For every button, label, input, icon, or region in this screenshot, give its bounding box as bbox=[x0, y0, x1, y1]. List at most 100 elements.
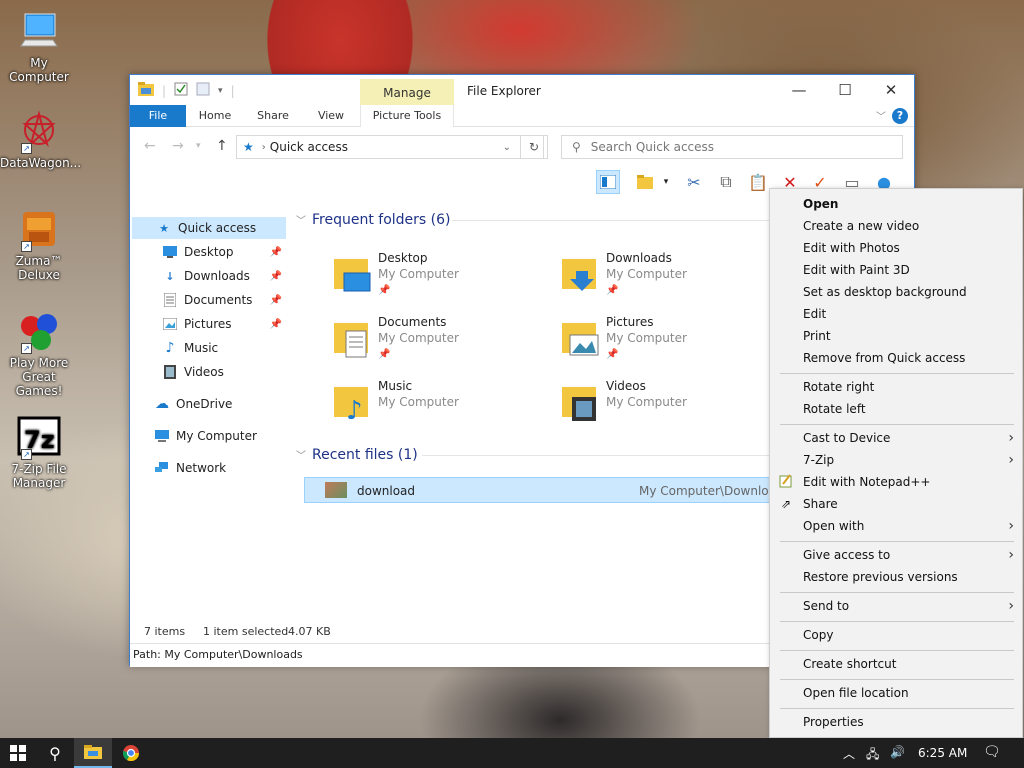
tab-view[interactable]: View bbox=[308, 105, 354, 127]
folder-tile-desktop[interactable]: Desktop My Computer 📌 bbox=[332, 251, 552, 309]
menu-item-edit-with-photos[interactable]: Edit with Photos bbox=[770, 237, 1022, 259]
volume-icon[interactable]: 🔊 bbox=[890, 745, 905, 759]
properties-icon[interactable] bbox=[174, 82, 188, 99]
search-input[interactable]: ⚲ Search Quick access bbox=[561, 135, 903, 159]
documents-folder-icon bbox=[332, 319, 372, 359]
menu-item-rotate-left[interactable]: Rotate left bbox=[770, 398, 1022, 420]
folder-tile-pictures[interactable]: Pictures My Computer 📌 bbox=[560, 315, 780, 373]
desktop-icon-play-more-games[interactable]: ↗ Play More Great Games! bbox=[0, 310, 78, 398]
sidebar-item-my-computer[interactable]: My Computer bbox=[132, 425, 286, 447]
selection-count: 1 item selected bbox=[203, 625, 289, 638]
shortcut-arrow-icon: ↗ bbox=[21, 343, 32, 354]
menu-item-give-access-to[interactable]: Give access to › bbox=[770, 544, 1022, 566]
menu-item-label: Give access to bbox=[803, 548, 891, 562]
menu-item-open-file-location[interactable]: Open file location bbox=[770, 682, 1022, 704]
recent-file-row[interactable]: download My Computer\Downloads bbox=[304, 477, 790, 503]
menu-item-print[interactable]: Print bbox=[770, 325, 1022, 347]
sidebar-item-network[interactable]: Network bbox=[132, 457, 286, 479]
desktop-icon-7zip[interactable]: 7z ↗ 7-Zip File Manager bbox=[0, 416, 78, 490]
start-button[interactable] bbox=[0, 738, 36, 768]
menu-item-set-desktop-background[interactable]: Set as desktop background bbox=[770, 281, 1022, 303]
window-title: File Explorer bbox=[467, 84, 541, 98]
tab-home[interactable]: Home bbox=[192, 105, 238, 127]
preview-pane-icon[interactable] bbox=[596, 170, 620, 194]
menu-item-label: Rotate left bbox=[803, 402, 866, 416]
up-button[interactable]: ↑ bbox=[216, 138, 228, 154]
expand-ribbon-icon[interactable]: ﹀ bbox=[876, 108, 886, 123]
image-thumbnail bbox=[325, 482, 347, 498]
menu-item-share[interactable]: ⇗ Share bbox=[770, 493, 1022, 515]
desktop-icon-my-computer[interactable]: My Computer bbox=[0, 10, 78, 84]
menu-item-label: Print bbox=[803, 329, 831, 343]
menu-item-properties[interactable]: Properties bbox=[770, 711, 1022, 733]
recent-locations-icon[interactable]: ▾ bbox=[196, 141, 201, 151]
chevron-down-icon[interactable]: ▾ bbox=[660, 170, 672, 194]
tab-share[interactable]: Share bbox=[250, 105, 296, 127]
menu-item-edit-with-notepadpp[interactable]: Edit with Notepad++ bbox=[770, 471, 1022, 493]
new-item-icon[interactable] bbox=[634, 170, 658, 194]
menu-item-remove-from-quick-access[interactable]: Remove from Quick access bbox=[770, 347, 1022, 369]
tab-picture-tools[interactable]: Picture Tools bbox=[360, 105, 454, 127]
folder-tile-music[interactable]: ♪ Music My Computer bbox=[332, 379, 552, 437]
menu-item-7zip[interactable]: 7-Zip › bbox=[770, 449, 1022, 471]
help-icon[interactable]: ? bbox=[892, 108, 908, 124]
copy-icon[interactable]: ⧉ bbox=[714, 170, 738, 194]
paste-icon[interactable]: 📋 bbox=[746, 170, 770, 194]
computer-icon bbox=[17, 10, 61, 54]
sidebar-item-pictures[interactable]: Pictures 📌 bbox=[132, 313, 286, 335]
menu-item-create-new-video[interactable]: Create a new video bbox=[770, 215, 1022, 237]
desktop-icon-zuma[interactable]: ↗ Zuma™ Deluxe bbox=[0, 208, 78, 282]
sidebar-item-onedrive[interactable]: ☁ OneDrive bbox=[132, 393, 286, 415]
cut-icon[interactable]: ✂ bbox=[682, 170, 706, 194]
minimize-button[interactable]: — bbox=[776, 75, 822, 105]
menu-item-send-to[interactable]: Send to › bbox=[770, 595, 1022, 617]
action-center-icon[interactable]: 🗨 bbox=[983, 744, 1001, 760]
folder-name: Pictures bbox=[606, 315, 654, 329]
pin-icon: 📌 bbox=[269, 318, 282, 330]
folder-tile-videos[interactable]: Videos My Computer bbox=[560, 379, 780, 437]
folder-location: My Computer bbox=[378, 395, 459, 409]
back-button[interactable]: ← bbox=[144, 138, 156, 154]
shortcut-arrow-icon: ↗ bbox=[21, 143, 32, 154]
menu-item-rotate-right[interactable]: Rotate right bbox=[770, 376, 1022, 398]
taskbar-file-explorer[interactable] bbox=[74, 738, 112, 768]
close-button[interactable]: ✕ bbox=[868, 75, 914, 105]
chevron-down-icon[interactable]: ⌄ bbox=[503, 142, 511, 153]
menu-item-restore-previous-versions[interactable]: Restore previous versions bbox=[770, 566, 1022, 588]
forward-button[interactable]: → bbox=[172, 138, 184, 154]
address-bar[interactable]: ★ › Quick access ⌄ bbox=[236, 135, 544, 159]
clock[interactable]: 6:25 AM bbox=[918, 746, 967, 760]
menu-item-label: Rotate right bbox=[803, 380, 875, 394]
refresh-button[interactable]: ↻ bbox=[520, 135, 548, 159]
search-button[interactable]: ⚲ bbox=[36, 738, 74, 768]
new-folder-icon[interactable] bbox=[196, 82, 210, 99]
sidebar-item-music[interactable]: ♪ Music bbox=[132, 337, 286, 359]
menu-item-open-with[interactable]: Open with › bbox=[770, 515, 1022, 537]
menu-item-edit-with-paint-3d[interactable]: Edit with Paint 3D bbox=[770, 259, 1022, 281]
taskbar-chrome[interactable] bbox=[112, 738, 150, 768]
frequent-folders-header[interactable]: ﹀ Frequent folders (6) bbox=[296, 212, 451, 228]
maximize-button[interactable]: ☐ bbox=[822, 75, 868, 105]
menu-item-cast-to-device[interactable]: Cast to Device › bbox=[770, 427, 1022, 449]
sidebar-item-quick-access[interactable]: ★ Quick access bbox=[132, 217, 286, 239]
desktop-folder-icon bbox=[332, 255, 372, 295]
chevron-right-icon: › bbox=[1008, 518, 1014, 534]
network-tray-icon[interactable]: 🖧 bbox=[866, 745, 879, 766]
menu-item-open[interactable]: Open bbox=[770, 193, 1022, 215]
menu-item-copy[interactable]: Copy bbox=[770, 624, 1022, 646]
recent-files-header[interactable]: ﹀ Recent files (1) bbox=[296, 447, 418, 463]
show-hidden-icons-button[interactable]: ︿ bbox=[843, 745, 855, 762]
folder-tile-downloads[interactable]: Downloads My Computer 📌 bbox=[560, 251, 780, 309]
chevron-down-icon: ﹀ bbox=[296, 451, 306, 462]
menu-item-create-shortcut[interactable]: Create shortcut bbox=[770, 653, 1022, 675]
sidebar-item-videos[interactable]: Videos bbox=[132, 361, 286, 383]
menu-item-edit[interactable]: Edit bbox=[770, 303, 1022, 325]
folder-tile-documents[interactable]: Documents My Computer 📌 bbox=[332, 315, 552, 373]
tab-file[interactable]: File bbox=[130, 105, 186, 127]
sidebar-item-documents[interactable]: Documents 📌 bbox=[132, 289, 286, 311]
sidebar-item-desktop[interactable]: Desktop 📌 bbox=[132, 241, 286, 263]
chrome-icon bbox=[123, 745, 139, 761]
qat-dropdown-icon[interactable]: ▾ bbox=[218, 86, 223, 96]
desktop-icon-datawagon[interactable]: ↗ DataWagon... bbox=[0, 110, 81, 170]
sidebar-item-downloads[interactable]: ↓ Downloads 📌 bbox=[132, 265, 286, 287]
